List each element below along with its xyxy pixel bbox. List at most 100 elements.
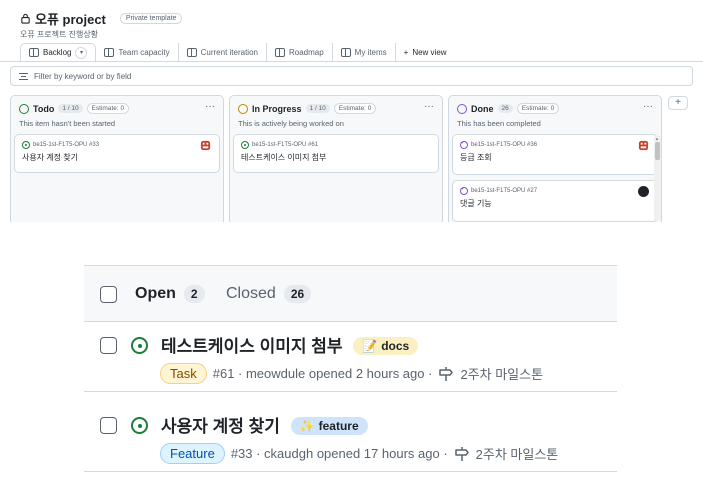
column-header: In Progress 1 / 10 Estimate: 0: [238, 103, 377, 114]
issue-meta: Task #61 · meowdule opened 2 hours ago ·…: [160, 363, 543, 384]
project-title[interactable]: 오퓨 project: [35, 9, 106, 28]
column-estimate: Estimate: 0: [86, 103, 130, 114]
column-name: In Progress: [252, 103, 302, 114]
issue-title-row: 사용자 계정 찾기 ✨ feature: [161, 412, 368, 437]
milestone-link[interactable]: 2주차 마일스톤: [460, 364, 543, 383]
card-meta: be15-1st-F1T5-OPU #36: [460, 140, 538, 149]
tab-my-items[interactable]: My items: [333, 43, 396, 61]
column-done: Done 26 Estimate: 0 ··· This has been co…: [448, 95, 662, 222]
card-meta: be15-1st-F1T5-OPU #27: [460, 186, 538, 195]
closed-count: 26: [283, 285, 312, 303]
scroll-thumb[interactable]: [655, 142, 660, 160]
column-menu-button[interactable]: ···: [643, 101, 653, 112]
issue-closed-icon: [460, 186, 468, 195]
milestone-icon: [454, 446, 469, 461]
tab-label: Team capacity: [118, 47, 170, 57]
issue-checkbox[interactable]: [100, 337, 117, 354]
issue-type-badge[interactable]: Feature: [160, 443, 225, 464]
table-icon: [340, 47, 351, 57]
avatar: [638, 140, 649, 151]
issue-open-icon: [131, 417, 148, 434]
issue-closed-icon: [460, 140, 468, 149]
milestone-link[interactable]: 2주차 마일스톤: [476, 444, 559, 463]
issue-card[interactable]: be15-1st-F1T5-OPU #33 사용자 계정 찾기: [14, 134, 220, 173]
column-description: This item hasn't been started: [19, 119, 116, 128]
new-view-button[interactable]: + New view: [396, 46, 455, 59]
status-in-progress-icon: [238, 103, 248, 114]
card-title: 등급 조회: [460, 153, 492, 162]
card-ref: be15-1st-F1T5-OPU #33: [33, 142, 100, 148]
scroll-up-icon[interactable]: ▲: [655, 136, 659, 141]
status-todo-icon: [19, 103, 29, 114]
tab-roadmap[interactable]: Roadmap: [267, 43, 333, 61]
issue-list: Open 2 Closed 26 테스트케이스 이미지 첨부 📝 docs Ta…: [84, 265, 617, 475]
issue-title-row: 테스트케이스 이미지 첨부 📝 docs: [161, 332, 419, 357]
tab-open[interactable]: Open 2: [135, 285, 205, 303]
tab-closed[interactable]: Closed 26: [226, 285, 312, 303]
label-text: feature: [318, 419, 359, 433]
milestone-icon: [439, 366, 454, 381]
card-title: 사용자 계정 찾기: [22, 153, 78, 162]
column-menu-button[interactable]: ···: [205, 101, 215, 112]
issue-card[interactable]: be15-1st-F1T5-OPU #27 댓글 기능: [452, 180, 658, 222]
label-feature[interactable]: ✨ feature: [290, 417, 368, 435]
label-docs[interactable]: 📝 docs: [353, 337, 419, 355]
project-header: 오퓨 project Private template 오퓨 프로젝트 진행상황: [20, 9, 183, 40]
column-count: 1 / 10: [305, 104, 330, 113]
column-description: This is actively being worked on: [238, 119, 344, 128]
issue-checkbox[interactable]: [100, 417, 117, 434]
column-in-progress: In Progress 1 / 10 Estimate: 0 ··· This …: [229, 95, 443, 222]
tab-label: Current iteration: [200, 47, 258, 57]
issue-title[interactable]: 테스트케이스 이미지 첨부: [161, 337, 343, 356]
issue-row: 테스트케이스 이미지 첨부 📝 docs Task #61 · meowdule…: [84, 322, 617, 392]
column-scrollbar[interactable]: ▲: [654, 136, 661, 220]
closed-label: Closed: [226, 285, 276, 302]
issue-list-header: Open 2 Closed 26: [84, 265, 617, 322]
project-subtitle: 오퓨 프로젝트 진행상황: [20, 30, 99, 39]
card-ref: be15-1st-F1T5-OPU #36: [471, 142, 538, 148]
select-all-checkbox[interactable]: [100, 286, 117, 303]
issue-meta-text: #33 · ckaudgh opened 17 hours ago ·: [230, 446, 448, 461]
column-description: This has been completed: [457, 119, 541, 128]
avatar: [638, 186, 649, 197]
column-menu-button[interactable]: ···: [424, 101, 434, 112]
board-columns: Todo 1 / 10 Estimate: 0 ··· This item ha…: [10, 95, 703, 222]
tab-current-iteration[interactable]: Current iteration: [179, 43, 267, 61]
column-estimate: Estimate: 0: [333, 103, 377, 114]
chevron-down-icon[interactable]: ▾: [75, 46, 88, 59]
tab-label: Backlog: [43, 48, 72, 57]
plus-icon: +: [403, 47, 409, 57]
filter-placeholder: Filter by keyword or by field: [34, 71, 132, 81]
issue-meta-text: #61 · meowdule opened 2 hours ago ·: [212, 366, 433, 381]
view-tabs: Backlog ▾ Team capacity Current iteratio…: [20, 43, 455, 61]
column-todo: Todo 1 / 10 Estimate: 0 ··· This item ha…: [10, 95, 224, 222]
column-count: 26: [497, 104, 513, 113]
issue-title[interactable]: 사용자 계정 찾기: [161, 417, 280, 436]
issue-card[interactable]: be15-1st-F1T5-OPU #61 테스트케이스 이미지 첨부: [233, 134, 439, 173]
tab-label: My items: [354, 47, 387, 57]
project-title-row: 오퓨 project Private template: [20, 9, 183, 28]
open-label: Open: [135, 285, 176, 302]
add-column-button[interactable]: +: [668, 96, 688, 110]
table-icon: [104, 47, 115, 57]
issue-row: 사용자 계정 찾기 ✨ feature Feature #33 · ckaudg…: [84, 402, 617, 472]
issue-open-icon: [131, 337, 148, 354]
sparkles-icon: ✨: [299, 419, 315, 433]
label-text: docs: [381, 339, 410, 353]
column-name: Done: [471, 103, 494, 114]
tab-backlog[interactable]: Backlog ▾: [20, 43, 97, 61]
issue-card[interactable]: be15-1st-F1T5-OPU #36 등급 조회: [452, 134, 658, 175]
divider: [0, 61, 703, 62]
filter-input[interactable]: Filter by keyword or by field: [10, 66, 693, 86]
visibility-badge: Private template: [119, 13, 183, 24]
status-done-icon: [457, 103, 467, 114]
column-header: Todo 1 / 10 Estimate: 0: [19, 103, 130, 114]
tab-team-capacity[interactable]: Team capacity: [96, 43, 179, 61]
card-title: 댓글 기능: [460, 199, 492, 208]
issue-type-badge[interactable]: Task: [160, 363, 207, 384]
open-count: 2: [183, 285, 205, 303]
card-ref: be15-1st-F1T5-OPU #27: [471, 188, 538, 194]
card-meta: be15-1st-F1T5-OPU #33: [22, 141, 99, 149]
issue-meta: Feature #33 · ckaudgh opened 17 hours ag…: [160, 443, 558, 464]
project-board: 오퓨 project Private template 오퓨 프로젝트 진행상황…: [0, 0, 703, 222]
